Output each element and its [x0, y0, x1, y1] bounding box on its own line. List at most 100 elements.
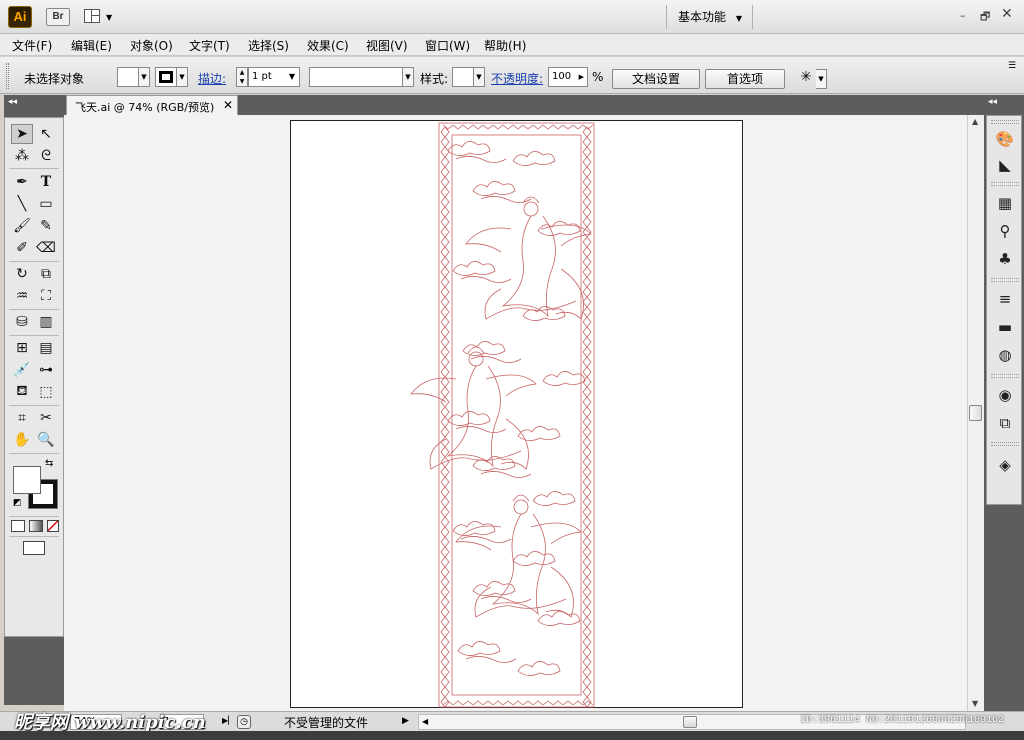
scroll-up-icon[interactable]: ▲	[972, 117, 978, 126]
menu-edit[interactable]: 编辑(E)	[71, 37, 112, 54]
artboard[interactable]	[290, 120, 743, 708]
panel-grip[interactable]	[6, 63, 9, 89]
vertical-scroll-thumb[interactable]	[969, 405, 982, 421]
opacity-field[interactable]: 100 ▶	[548, 67, 588, 87]
magic-wand-tool-icon[interactable]: ⁂	[11, 146, 33, 166]
status-text: 不受管理的文件	[284, 716, 369, 730]
menu-object[interactable]: 对象(O)	[130, 37, 173, 54]
stroke-color-swatch[interactable]	[155, 67, 177, 87]
gradient-tool-icon[interactable]: ▤	[35, 338, 57, 358]
vertical-scrollbar[interactable]: ▲ ▼	[967, 115, 984, 711]
brush-definition-field[interactable]	[309, 67, 403, 87]
color-mode-icon[interactable]	[11, 520, 25, 532]
graph-tool-icon[interactable]: ▥	[35, 312, 57, 332]
chevron-down-icon[interactable]: ▼	[816, 69, 827, 89]
blend-tool-icon[interactable]: ⊶	[35, 360, 57, 380]
menu-file[interactable]: 文件(F)	[12, 37, 52, 54]
mesh-tool-icon[interactable]: ⊞	[11, 338, 33, 358]
transparency-panel-icon[interactable]: ◍	[993, 344, 1017, 366]
next-artboard-icon[interactable]: ▶▏	[222, 716, 234, 725]
live-paint-selection-tool-icon[interactable]: ⬚	[35, 382, 57, 402]
canvas-area[interactable]	[64, 115, 967, 711]
opacity-label[interactable]: 不透明度:	[491, 70, 543, 87]
lasso-tool-icon[interactable]: ᘓ	[35, 146, 57, 166]
scroll-down-icon[interactable]: ▼	[972, 699, 978, 708]
menu-help[interactable]: 帮助(H)	[484, 37, 526, 54]
arrange-documents-button[interactable]: ▼	[84, 8, 118, 26]
chevron-down-icon[interactable]: ▼	[403, 67, 414, 87]
chevron-down-icon[interactable]: ▼	[139, 67, 150, 87]
graphic-style-swatch[interactable]	[452, 67, 474, 87]
stroke-label[interactable]: 描边:	[198, 70, 226, 87]
menu-view[interactable]: 视图(V)	[366, 37, 408, 54]
panel-menu-icon[interactable]: ☰	[1008, 61, 1016, 71]
workspace-switcher[interactable]: 基本功能 ▼	[678, 8, 758, 26]
minimize-button[interactable]: –	[960, 9, 972, 22]
gradient-panel-icon[interactable]: ▬	[993, 316, 1017, 338]
rectangle-tool-icon[interactable]: ▭	[35, 194, 57, 214]
swap-colors-icon[interactable]: ⇆	[45, 458, 53, 469]
stroke-weight-field[interactable]: 1 pt ▼	[248, 67, 300, 87]
document-tab[interactable]: 飞天.ai @ 74% (RGB/预览) ✕	[66, 95, 238, 115]
symbol-sprayer-tool-icon[interactable]: ⛁	[11, 312, 33, 332]
swatches-panel-icon[interactable]: ▦	[993, 192, 1017, 214]
menu-select[interactable]: 选择(S)	[248, 37, 289, 54]
color-panel-icon[interactable]: 🎨	[993, 128, 1017, 150]
free-transform-tool-icon[interactable]: ⛶	[35, 286, 57, 306]
pencil-tool-icon[interactable]: ✎	[35, 216, 57, 236]
rotate-tool-icon[interactable]: ↻	[11, 264, 33, 284]
direct-selection-tool-icon[interactable]: ↖	[35, 124, 57, 144]
status-menu-icon[interactable]: ▶	[402, 716, 409, 726]
artwork-flying-apsaras[interactable]	[291, 121, 744, 709]
graphic-styles-panel-icon[interactable]: ⧉	[993, 412, 1017, 434]
default-colors-icon[interactable]: ◩	[13, 498, 22, 508]
chevron-down-icon[interactable]: ▼	[177, 67, 188, 87]
isolate-object-icon[interactable]: ✳	[796, 69, 816, 89]
eraser-tool-icon[interactable]: ⌫	[35, 238, 57, 258]
live-paint-bucket-tool-icon[interactable]: ⛾	[11, 382, 33, 402]
document-setup-button[interactable]: 文档设置	[612, 69, 700, 89]
expand-panels-icon[interactable]: ◂◂	[988, 97, 997, 107]
color-guide-icon[interactable]: ◣	[993, 154, 1017, 176]
stroke-weight-stepper[interactable]: ▲ ▼	[236, 67, 248, 87]
maximize-button[interactable]: 🗗	[980, 8, 992, 23]
fill-color-swatch[interactable]	[117, 67, 139, 87]
menu-window[interactable]: 窗口(W)	[425, 37, 470, 54]
fill-color-box[interactable]	[13, 466, 41, 494]
scroll-left-icon[interactable]: ◀	[422, 717, 428, 726]
gradient-mode-icon[interactable]	[29, 520, 43, 532]
stroke-panel-icon[interactable]: ≡	[993, 288, 1017, 310]
horizontal-scroll-thumb[interactable]	[683, 716, 697, 728]
chevron-down-icon: ▼	[106, 13, 113, 22]
blob-brush-tool-icon[interactable]: ✐	[11, 238, 33, 258]
close-icon[interactable]: ✕	[223, 98, 233, 112]
menu-effect[interactable]: 效果(C)	[307, 37, 349, 54]
selection-tool-icon[interactable]: ➤	[11, 124, 33, 144]
symbols-panel-icon[interactable]: ♣	[993, 248, 1017, 270]
pen-tool-icon[interactable]: ✒	[11, 172, 33, 192]
type-tool-icon[interactable]: T	[35, 172, 57, 192]
layers-panel-icon[interactable]: ◈	[993, 454, 1017, 476]
chevron-down-icon: ▼	[735, 14, 742, 23]
brushes-panel-icon[interactable]: ⚲	[993, 220, 1017, 242]
menu-type[interactable]: 文字(T)	[189, 37, 230, 54]
style-label: 样式:	[420, 72, 449, 86]
close-button[interactable]: ✕	[1001, 6, 1013, 22]
eyedropper-tool-icon[interactable]: 💉	[11, 360, 33, 380]
chevron-down-icon[interactable]: ▼	[474, 67, 485, 87]
artboard-tool-icon[interactable]: ⌗	[11, 408, 33, 428]
app-logo: Ai	[8, 6, 32, 28]
warp-tool-icon[interactable]: ♒	[11, 286, 33, 306]
slice-tool-icon[interactable]: ✂	[35, 408, 57, 428]
preferences-button[interactable]: 首选项	[705, 69, 785, 89]
scale-tool-icon[interactable]: ⧉	[35, 264, 57, 284]
appearance-panel-icon[interactable]: ◉	[993, 384, 1017, 406]
bridge-button[interactable]: Br	[46, 8, 70, 26]
paintbrush-tool-icon[interactable]: 🖌	[11, 216, 33, 236]
none-mode-icon[interactable]	[47, 520, 59, 532]
screen-mode-icon[interactable]	[23, 541, 45, 555]
hand-tool-icon[interactable]: ✋	[11, 430, 33, 450]
line-tool-icon[interactable]: ╲	[11, 194, 33, 214]
zoom-tool-icon[interactable]: 🔍	[35, 430, 57, 450]
collapse-panel-icon[interactable]: ◂◂	[8, 97, 17, 107]
